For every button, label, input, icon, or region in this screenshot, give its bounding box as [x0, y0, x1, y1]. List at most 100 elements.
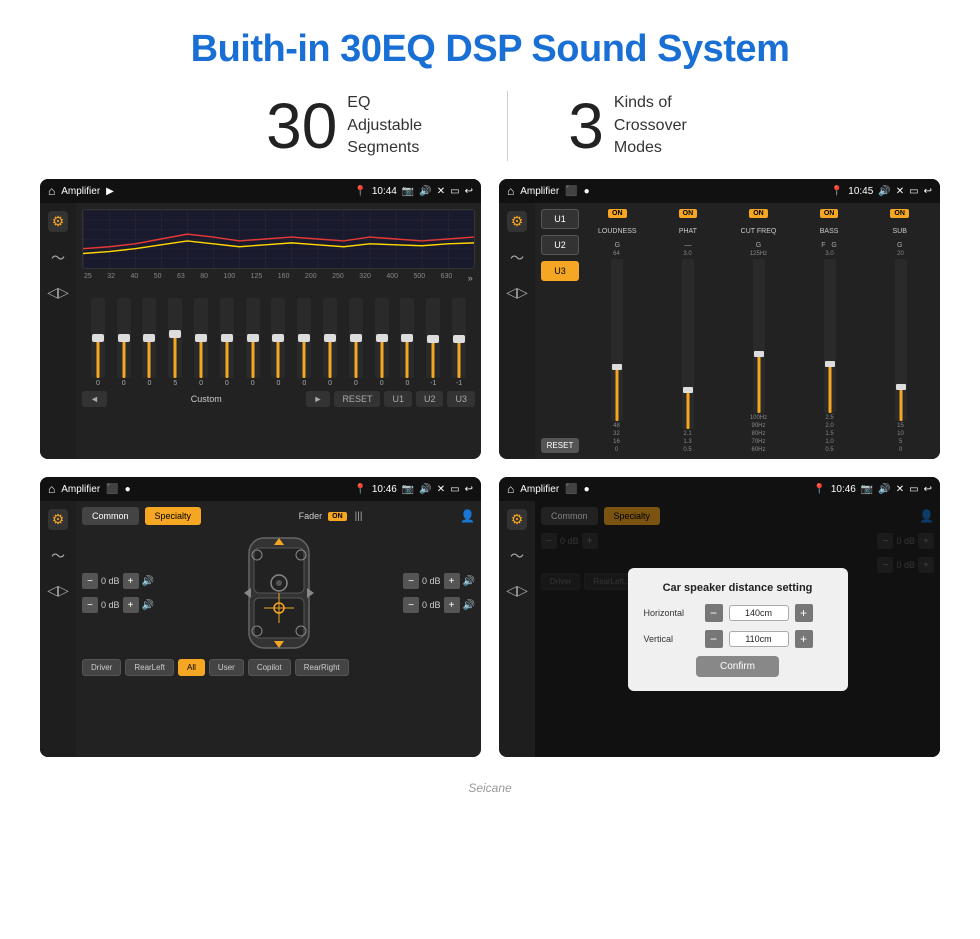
- close-icon-4[interactable]: ✕: [896, 484, 904, 495]
- band-bass: ON BASS: [795, 209, 864, 238]
- horizontal-minus-btn[interactable]: −: [705, 604, 723, 622]
- home-icon-3[interactable]: ⌂: [48, 482, 55, 496]
- confirm-button[interactable]: Confirm: [696, 656, 779, 677]
- fader-bars-3: |||: [355, 511, 363, 522]
- db-minus-rb[interactable]: −: [403, 597, 419, 613]
- back-icon-2[interactable]: ↩: [924, 186, 932, 197]
- status-left-3: ⌂ Amplifier ⬛ ●: [48, 482, 131, 496]
- db-plus-lt[interactable]: +: [123, 573, 139, 589]
- cutfreq-slider-f[interactable]: [753, 259, 765, 413]
- eq-slider-6[interactable]: 0: [241, 298, 265, 387]
- specialty-tab-3[interactable]: Specialty: [145, 507, 202, 525]
- speaker-icon-rt: 🔊: [463, 576, 475, 587]
- close-icon-2[interactable]: ✕: [896, 186, 904, 197]
- eq-icon-1[interactable]: ⚙: [48, 211, 69, 232]
- wave-icon-4[interactable]: 〜: [510, 546, 524, 566]
- stat-number-eq: 30: [266, 94, 337, 158]
- loudness-slider[interactable]: [611, 259, 623, 421]
- back-icon-4[interactable]: ↩: [924, 484, 932, 495]
- eq-u3-btn[interactable]: U3: [447, 391, 475, 407]
- vertical-plus-btn[interactable]: +: [795, 630, 813, 648]
- dot-icon-4: ●: [584, 484, 590, 495]
- eq-slider-10[interactable]: 0: [344, 298, 368, 387]
- db-minus-lb[interactable]: −: [82, 597, 98, 613]
- screen-crossover: ⌂ Amplifier ⬛ ● 📍 10:45 🔊 ✕ ▭ ↩ ⚙ 〜 ◁▷: [499, 179, 940, 459]
- db-plus-rt[interactable]: +: [444, 573, 460, 589]
- cutfreq-col: 125Hz 100Hz 90Hz 80Hz 70Hz 60Hz: [725, 251, 792, 453]
- wave-icon-2[interactable]: 〜: [510, 248, 524, 268]
- main-specialty-area: Common Specialty Fader ON ||| 👤 − 0 dB +…: [76, 501, 481, 757]
- fader-label-3: Fader: [299, 511, 323, 521]
- rearleft-btn-3[interactable]: RearLeft: [125, 659, 174, 676]
- common-tab-3[interactable]: Common: [82, 507, 139, 525]
- volume-sidebar-icon-3[interactable]: ◁▷: [47, 582, 69, 599]
- copilot-btn-3[interactable]: Copilot: [248, 659, 291, 676]
- eq-slider-5[interactable]: 0: [215, 298, 239, 387]
- db-plus-rb[interactable]: +: [444, 597, 460, 613]
- volume-sidebar-icon-2[interactable]: ◁▷: [506, 284, 528, 301]
- eq-u2-btn[interactable]: U2: [416, 391, 444, 407]
- eq-slider-7[interactable]: 0: [267, 298, 291, 387]
- eq-sliders: 0 0 0 5 0 0 0 0 0 0 0 0 0 -1 -1: [82, 287, 475, 387]
- home-icon-2[interactable]: ⌂: [507, 184, 514, 198]
- preset-u2[interactable]: U2: [541, 235, 579, 255]
- preset-u3[interactable]: U3: [541, 261, 579, 281]
- crossover-presets: U1 U2 U3 RESET: [541, 209, 579, 453]
- screen-content-1: ⚙ 〜 ◁▷: [40, 203, 481, 459]
- eq-slider-13[interactable]: -1: [421, 298, 445, 387]
- reset-crossover-btn[interactable]: RESET: [541, 438, 579, 453]
- play-icon-1[interactable]: ▶: [106, 186, 114, 197]
- db-minus-lt[interactable]: −: [82, 573, 98, 589]
- sub-slider[interactable]: [895, 259, 907, 421]
- wave-icon-1[interactable]: 〜: [51, 248, 65, 268]
- eq-slider-14[interactable]: -1: [447, 298, 471, 387]
- close-icon-1[interactable]: ✕: [437, 186, 445, 197]
- eq-slider-9[interactable]: 0: [318, 298, 342, 387]
- preset-u1[interactable]: U1: [541, 209, 579, 229]
- close-icon-3[interactable]: ✕: [437, 484, 445, 495]
- home-icon-4[interactable]: ⌂: [507, 482, 514, 496]
- wave-icon-3[interactable]: 〜: [51, 546, 65, 566]
- driver-btn-3[interactable]: Driver: [82, 659, 121, 676]
- db-plus-lb[interactable]: +: [123, 597, 139, 613]
- eq-slider-11[interactable]: 0: [370, 298, 394, 387]
- eq-slider-0[interactable]: 0: [86, 298, 110, 387]
- eq-icon-4[interactable]: ⚙: [507, 509, 528, 530]
- eq-slider-8[interactable]: 0: [292, 298, 316, 387]
- db-minus-rt[interactable]: −: [403, 573, 419, 589]
- eq-slider-2[interactable]: 0: [138, 298, 162, 387]
- all-btn-3[interactable]: All: [178, 659, 205, 676]
- window-icon-2[interactable]: ▭: [909, 186, 918, 197]
- eq-next-btn[interactable]: ►: [306, 391, 331, 407]
- loudness-label: LOUDNESS: [598, 228, 637, 235]
- eq-u1-btn[interactable]: U1: [384, 391, 412, 407]
- user-btn-3[interactable]: User: [209, 659, 244, 676]
- crossover-layout: U1 U2 U3 RESET ON LOUDNESS ON: [541, 209, 934, 453]
- vertical-minus-btn[interactable]: −: [705, 630, 723, 648]
- window-icon-1[interactable]: ▭: [450, 186, 459, 197]
- window-icon-3[interactable]: ▭: [450, 484, 459, 495]
- back-icon-3[interactable]: ↩: [465, 484, 473, 495]
- volume-sidebar-icon-1[interactable]: ◁▷: [47, 284, 69, 301]
- eq-slider-4[interactable]: 0: [189, 298, 213, 387]
- db-value-rb: 0 dB: [422, 600, 441, 610]
- phat-slider[interactable]: [682, 259, 694, 429]
- eq-prev-btn[interactable]: ◄: [82, 391, 107, 407]
- rearright-btn-3[interactable]: RearRight: [295, 659, 349, 676]
- volume-sidebar-icon-4[interactable]: ◁▷: [506, 582, 528, 599]
- eq-slider-3[interactable]: 5: [163, 298, 187, 387]
- status-bar-2: ⌂ Amplifier ⬛ ● 📍 10:45 🔊 ✕ ▭ ↩: [499, 179, 940, 203]
- eq-icon-2[interactable]: ⚙: [507, 211, 528, 232]
- home-icon-1[interactable]: ⌂: [48, 184, 55, 198]
- eq-slider-1[interactable]: 0: [112, 298, 136, 387]
- eq-icon-3[interactable]: ⚙: [48, 509, 69, 530]
- eq-reset-btn[interactable]: RESET: [334, 391, 380, 407]
- bass-slider-f[interactable]: [824, 259, 836, 413]
- back-icon-1[interactable]: ↩: [465, 186, 473, 197]
- horizontal-plus-btn[interactable]: +: [795, 604, 813, 622]
- stat-number-crossover: 3: [568, 94, 604, 158]
- eq-slider-12[interactable]: 0: [396, 298, 420, 387]
- speaker-main-layout: − 0 dB + 🔊 − 0 dB + 🔊: [82, 533, 475, 653]
- cutfreq-label: CUT FREQ: [741, 228, 777, 235]
- window-icon-4[interactable]: ▭: [909, 484, 918, 495]
